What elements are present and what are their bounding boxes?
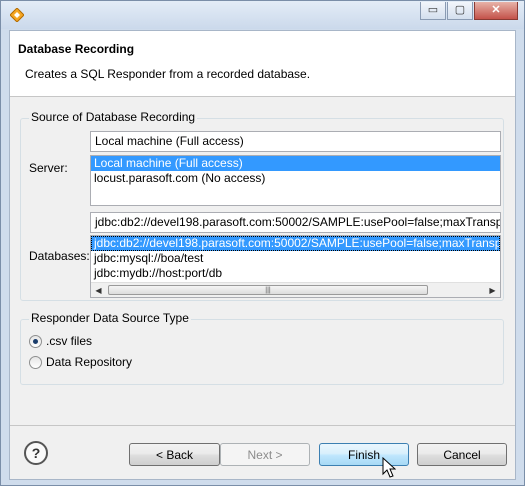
close-button[interactable]: ✕ [474,2,518,20]
maximize-icon: ▢ [454,4,466,16]
server-label: Server: [29,161,68,175]
minimize-button[interactable]: ▭ [420,2,446,20]
close-icon: ✕ [491,4,501,16]
csv-files-radio[interactable]: .csv files [29,334,92,348]
page-description: Creates a SQL Responder from a recorded … [25,67,311,81]
type-group: Responder Data Source Type .csv files Da… [20,311,504,385]
radio-unchecked-icon [29,355,42,369]
scroll-right-icon[interactable]: ▶ [485,283,500,297]
database-option-mysql[interactable]: jdbc:mysql://boa/test [91,251,500,266]
minimize-icon: ▭ [427,4,439,16]
scroll-left-icon[interactable]: ◀ [91,283,106,297]
server-option-local[interactable]: Local machine (Full access) [91,156,500,171]
back-button[interactable]: < Back [129,443,220,466]
database-input[interactable]: jdbc:db2://devel198.parasoft.com:50002/S… [90,212,501,233]
csv-files-label: .csv files [46,334,93,348]
maximize-button[interactable]: ▢ [447,2,473,20]
type-group-label: Responder Data Source Type [29,311,191,325]
scroll-thumb[interactable]: ||| [108,285,428,295]
dialog-window: ▭ ▢ ✕ Database Recording Creates a SQL R… [0,0,525,486]
next-button[interactable]: Next > [220,443,310,466]
wizard-header: Database Recording Creates a SQL Respond… [10,31,515,97]
databases-label: Databases: [29,249,90,263]
footer-separator [10,425,515,426]
mouse-cursor-icon [382,457,396,478]
radio-checked-icon [29,334,42,348]
data-repository-label: Data Repository [46,355,133,369]
app-icon [10,8,24,22]
title-bar[interactable]: ▭ ▢ ✕ [1,1,524,29]
help-icon: ? [31,445,41,461]
server-list[interactable]: Local machine (Full access) locust.paras… [90,155,501,206]
database-option-db2[interactable]: jdbc:db2://devel198.parasoft.com:50002/S… [91,236,500,251]
database-list[interactable]: jdbc:db2://devel198.parasoft.com:50002/S… [90,235,501,298]
database-list-hscrollbar[interactable]: ◀ ||| ▶ [91,282,500,297]
data-repository-radio[interactable]: Data Repository [29,355,132,369]
page-title: Database Recording [18,42,135,56]
server-input[interactable]: Local machine (Full access) [90,131,501,152]
help-button[interactable]: ? [24,441,48,465]
database-option-mydb[interactable]: jdbc:mydb://host:port/db [91,266,500,281]
server-option-locust[interactable]: locust.parasoft.com (No access) [91,171,500,186]
source-group-label: Source of Database Recording [29,110,198,124]
dialog-client-area: Database Recording Creates a SQL Respond… [9,30,516,480]
cancel-button[interactable]: Cancel [417,443,507,466]
source-group: Source of Database Recording Server: Loc… [20,110,504,301]
